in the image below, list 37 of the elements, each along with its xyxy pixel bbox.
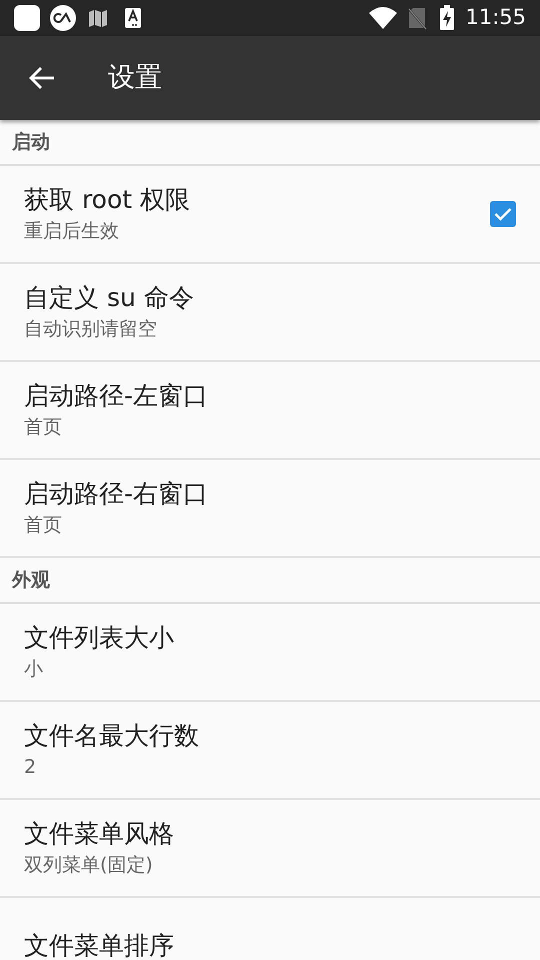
battery-charging-icon bbox=[439, 5, 456, 31]
settings-item[interactable]: 文件菜单风格 双列菜单(固定) bbox=[0, 800, 540, 898]
settings-item[interactable]: 启动路径-左窗口 首页 bbox=[0, 362, 540, 460]
item-subtitle: 自动识别请留空 bbox=[24, 317, 158, 342]
settings-item[interactable]: 文件名最大行数 2 bbox=[0, 702, 540, 800]
check-icon bbox=[494, 207, 512, 221]
item-subtitle: 2 bbox=[24, 755, 38, 780]
font-icon bbox=[124, 7, 142, 29]
checkbox[interactable] bbox=[490, 201, 516, 227]
item-subtitle: 首页 bbox=[24, 415, 63, 440]
settings-item[interactable]: 获取 root 权限 重启后生效 bbox=[0, 166, 540, 264]
settings-item[interactable]: 文件菜单排序 bbox=[0, 898, 540, 960]
back-arrow-icon bbox=[29, 66, 55, 90]
item-title: 文件名最大行数 bbox=[24, 720, 200, 752]
settings-item[interactable]: 自定义 su 命令 自动识别请留空 bbox=[0, 264, 540, 362]
item-title: 启动路径-左窗口 bbox=[24, 380, 210, 412]
loop-icon bbox=[50, 5, 76, 31]
no-sim-icon bbox=[407, 6, 428, 30]
status-time: 11:55 bbox=[465, 4, 526, 32]
item-subtitle: 首页 bbox=[24, 513, 63, 538]
item-title: 启动路径-右窗口 bbox=[24, 478, 210, 510]
item-subtitle: 小 bbox=[24, 657, 44, 682]
settings-item[interactable]: 文件列表大小 小 bbox=[0, 604, 540, 702]
section-header: 外观 bbox=[12, 568, 50, 593]
app-icon bbox=[14, 5, 40, 31]
item-subtitle: 双列菜单(固定) bbox=[24, 853, 154, 878]
item-title: 获取 root 权限 bbox=[24, 184, 192, 216]
item-title: 文件菜单排序 bbox=[24, 930, 175, 960]
item-title: 文件列表大小 bbox=[24, 622, 175, 654]
settings-item[interactable]: 启动路径-右窗口 首页 bbox=[0, 460, 540, 558]
item-subtitle: 重启后生效 bbox=[24, 219, 120, 244]
item-title: 自定义 su 命令 bbox=[24, 282, 195, 314]
map-icon bbox=[88, 9, 108, 27]
section-header: 启动 bbox=[12, 130, 50, 155]
item-title: 文件菜单风格 bbox=[24, 818, 175, 850]
wifi-icon bbox=[369, 7, 398, 29]
screen-title: 设置 bbox=[108, 60, 162, 95]
